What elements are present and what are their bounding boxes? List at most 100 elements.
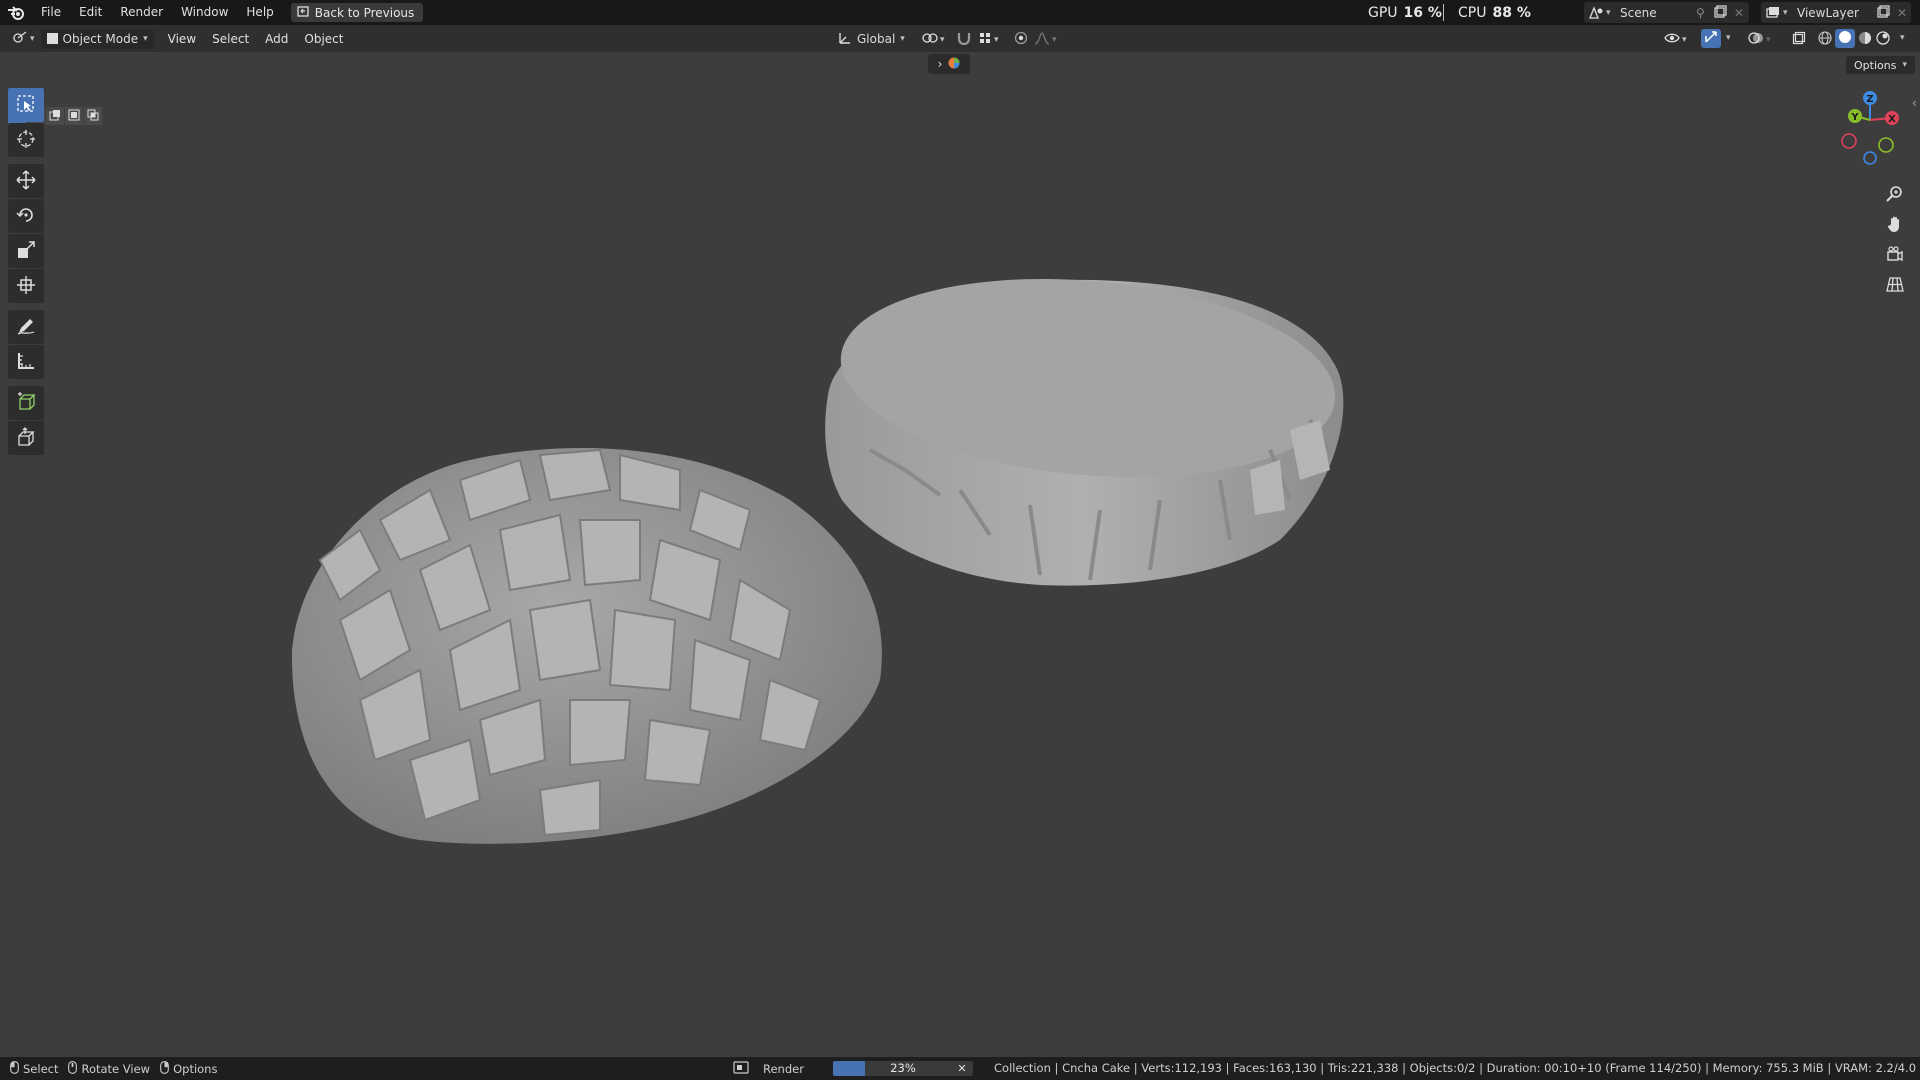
snap-target-dropdown[interactable]: ▾	[978, 31, 999, 48]
options-label: Options	[1854, 58, 1897, 72]
gizmo-neg-z-axis[interactable]	[1863, 151, 1877, 165]
rendered-sphere-icon	[1876, 31, 1890, 48]
editor-type-dropdown[interactable]: ▾	[12, 30, 35, 47]
cancel-render-button[interactable]: ✕	[954, 1061, 970, 1076]
scene-name[interactable]: Scene	[1620, 6, 1696, 20]
tool-rotate[interactable]	[8, 199, 44, 233]
rotate-icon	[16, 205, 36, 228]
menu-select[interactable]: Select	[204, 32, 257, 46]
3d-viewport-icon	[12, 30, 28, 47]
shading-rendered-button[interactable]	[1876, 31, 1890, 48]
solid-sphere-icon	[1838, 30, 1852, 47]
snap-toggle[interactable]	[956, 31, 972, 48]
new-scene-icon[interactable]	[1714, 4, 1734, 21]
new-viewlayer-icon[interactable]	[1877, 4, 1897, 21]
measure-ruler-icon	[16, 351, 36, 374]
perf-divider	[1443, 4, 1444, 21]
proportional-icon	[1014, 31, 1028, 48]
select-subtract-icon	[49, 109, 61, 124]
falloff-dropdown[interactable]: ▾	[1034, 31, 1057, 48]
material-sphere-icon	[1858, 32, 1872, 48]
tool-select-box[interactable]	[8, 88, 44, 122]
hint-options-label: Options	[173, 1061, 218, 1076]
menu-render[interactable]: Render	[111, 0, 172, 25]
gizmo-neg-x-axis[interactable]	[1841, 133, 1857, 149]
hand-icon	[1886, 215, 1904, 236]
scene-selector[interactable]: ▾ Scene ⚲ ✕	[1584, 2, 1749, 23]
render-job: Render	[733, 1057, 804, 1080]
back-to-previous-button[interactable]: Back to Previous	[290, 3, 424, 22]
viewport-options-dropdown[interactable]: Options ▾	[1846, 56, 1915, 74]
shading-material-button[interactable]	[1858, 31, 1872, 48]
xray-toggle[interactable]	[1792, 31, 1806, 48]
menu-window[interactable]: Window	[172, 0, 237, 25]
menu-view[interactable]: View	[160, 32, 204, 46]
scene-icon[interactable]: ▾	[1588, 5, 1614, 20]
3d-viewport[interactable]: › Z Y X Options ▾ ‹	[0, 52, 1920, 1057]
tool-measure[interactable]	[8, 345, 44, 379]
shading-dropdown-arrow[interactable]: ▾	[1900, 33, 1905, 43]
object-mode-label: Object Mode	[62, 31, 139, 46]
viewport-header: ▾ Object Mode ▾ View Select Add Object G…	[0, 25, 1920, 52]
tool-extrude[interactable]	[8, 421, 44, 455]
asset-shelf-toggle[interactable]: ›	[928, 54, 970, 74]
viewlayer-selector[interactable]: ▾ ViewLayer ✕	[1761, 2, 1911, 23]
visibility-dropdown[interactable]: ▾	[1664, 31, 1687, 48]
tool-move[interactable]	[8, 164, 44, 198]
mouse-left-icon	[10, 1060, 19, 1077]
viewlayer-name[interactable]: ViewLayer	[1797, 6, 1877, 20]
delete-viewlayer-icon[interactable]: ✕	[1897, 6, 1907, 20]
blender-logo-icon[interactable]	[0, 0, 32, 25]
shading-wireframe-button[interactable]	[1818, 31, 1832, 48]
chevron-down-icon: ▾	[1902, 60, 1907, 70]
wireframe-sphere-icon	[1818, 31, 1832, 48]
cpu-value: 88 %	[1492, 4, 1531, 21]
shell-dome-object[interactable]	[291, 448, 882, 844]
render-progress-bar: 23%	[833, 1061, 973, 1076]
tool-cursor[interactable]	[8, 123, 44, 157]
menu-help[interactable]: Help	[237, 0, 282, 25]
overlays-toggle[interactable]: ▾	[1748, 31, 1771, 48]
pivot-point-dropdown[interactable]: ▾	[922, 31, 945, 48]
select-intersect-button[interactable]	[84, 107, 102, 125]
menu-edit[interactable]: Edit	[70, 0, 111, 25]
gizmo-z-label: Z	[1866, 94, 1873, 105]
overlays-icon	[1748, 31, 1764, 48]
gizmo-neg-y-axis[interactable]	[1878, 137, 1894, 153]
annotate-pencil-icon	[16, 316, 36, 339]
gizmo-dropdown-arrow[interactable]: ▾	[1726, 33, 1731, 43]
tool-annotate[interactable]	[8, 310, 44, 344]
pan-button[interactable]	[1880, 211, 1910, 239]
menu-file[interactable]: File	[32, 0, 70, 25]
cake-base-object[interactable]	[825, 260, 1344, 586]
hint-select-label: Select	[23, 1061, 59, 1076]
viewport-scene[interactable]	[0, 52, 1920, 1057]
transform-icon	[16, 275, 36, 298]
tool-scale[interactable]	[8, 234, 44, 268]
perspective-toggle-button[interactable]	[1880, 271, 1910, 299]
eye-icon	[1664, 31, 1680, 48]
navigation-gizmo[interactable]: Z Y X	[1828, 88, 1912, 170]
grid-perspective-icon	[1886, 275, 1904, 296]
camera-view-button[interactable]	[1880, 241, 1910, 269]
proportional-editing-toggle[interactable]	[1014, 31, 1028, 48]
transform-orientation-dropdown[interactable]: Global ▾	[838, 29, 905, 49]
gizmo-x-label: X	[1888, 114, 1896, 125]
status-bar: Select Rotate View Options Render 23% ✕ …	[0, 1057, 1920, 1080]
tool-add-cube[interactable]	[8, 386, 44, 420]
sidebar-collapse-arrow[interactable]: ‹	[1912, 96, 1917, 110]
camera-icon	[1886, 245, 1904, 266]
gizmo-toggle[interactable]	[1701, 29, 1721, 48]
object-mode-dropdown[interactable]: Object Mode ▾	[40, 28, 154, 49]
select-subtract-button[interactable]	[46, 107, 64, 125]
select-invert-button[interactable]	[65, 107, 83, 125]
menu-object[interactable]: Object	[296, 32, 351, 46]
viewlayer-icon[interactable]: ▾	[1765, 6, 1793, 20]
menu-add[interactable]: Add	[257, 32, 296, 46]
delete-scene-icon[interactable]: ✕	[1734, 6, 1744, 20]
tool-transform[interactable]	[8, 269, 44, 303]
shading-solid-button[interactable]	[1835, 29, 1855, 48]
gpu-value: 16 %	[1403, 4, 1442, 21]
zoom-button[interactable]	[1880, 181, 1910, 209]
pin-icon[interactable]: ⚲	[1696, 6, 1714, 20]
